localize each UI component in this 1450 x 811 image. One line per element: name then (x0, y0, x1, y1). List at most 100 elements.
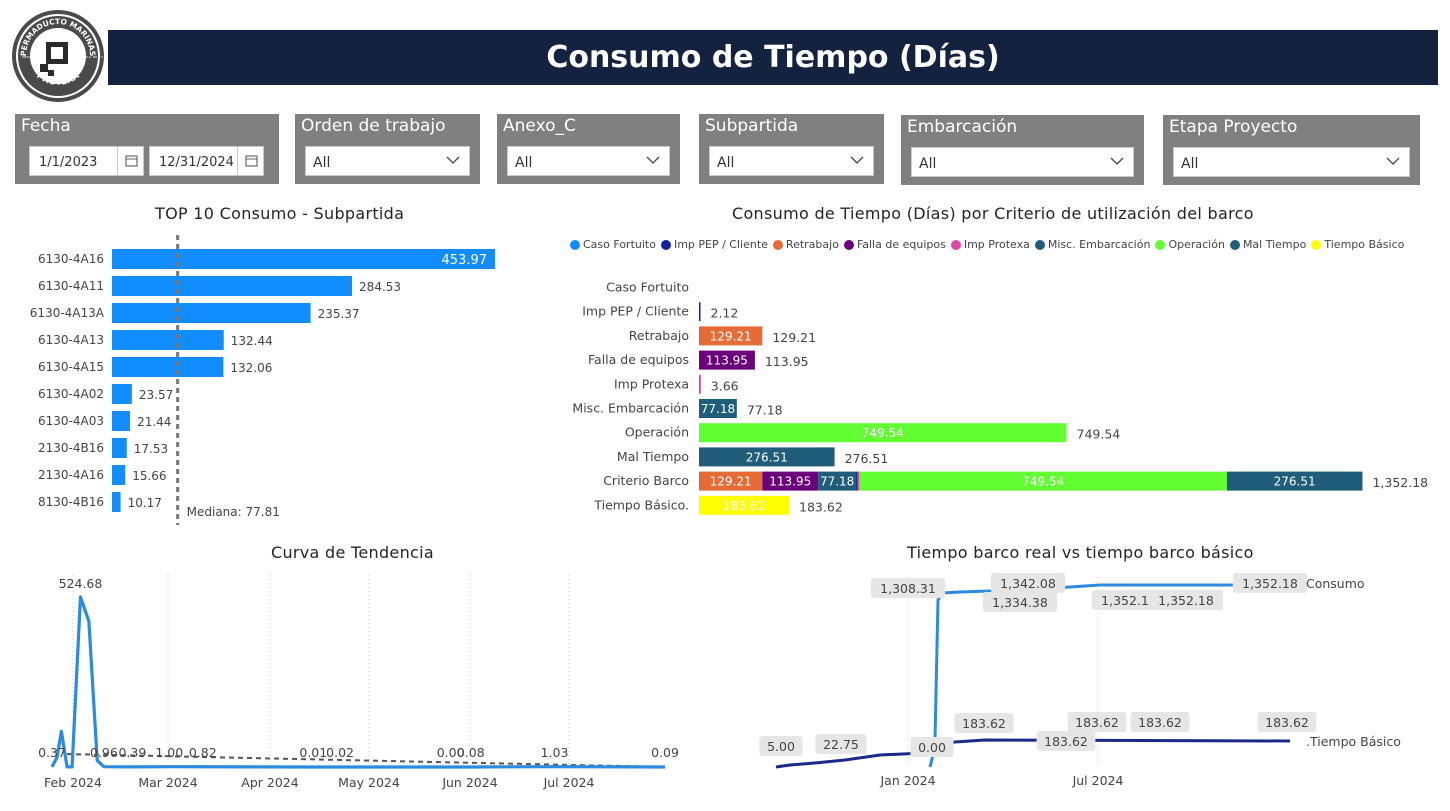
tendencia-x-tick: Feb 2024 (44, 775, 102, 790)
top10-bar (112, 411, 131, 431)
start-date-input[interactable]: 1/1/2023 (29, 146, 144, 176)
legend-label: Caso Fortuito (583, 238, 656, 251)
etapa-value: All (1181, 156, 1199, 172)
barco-data-label: 183.62 (1138, 715, 1182, 730)
barco-series-label-basico: .Tiempo Básico (1306, 734, 1401, 749)
criterio-total-label: 113.95 (765, 354, 809, 369)
barco-x-tick: Jul 2024 (1072, 773, 1124, 788)
tendencia-data-label: 0.09 (651, 745, 679, 760)
legend-item[interactable]: Misc. Embarcación (1034, 238, 1150, 251)
tendencia-data-label: 0.96 (90, 745, 118, 760)
criterio-total-label: 2.12 (711, 306, 739, 321)
tendencia-data-label: 0.02 (326, 745, 354, 760)
barco-data-label: 183.62 (1044, 734, 1088, 749)
criterio-category-label: Mal Tiempo (617, 449, 689, 464)
legend-item[interactable]: Tiempo Básico (1311, 238, 1404, 251)
slicer-fecha: Fecha 1/1/2023 12/31/2024 (15, 114, 279, 184)
tendencia-x-tick: May 2024 (338, 775, 400, 790)
tendencia-data-label: 0.01 (299, 745, 327, 760)
legend-dot-icon (1155, 239, 1166, 250)
criterio-bar-chart: Caso Fortuito Imp PEP / Cliente 2.12 Retrab… (572, 280, 1428, 515)
criterio-total-label: 129.21 (772, 330, 816, 345)
top10-bar (112, 357, 224, 377)
slicer-etapa-label: Etapa Proyecto (1169, 117, 1298, 137)
top10-bar-chart: 6130-4A16 453.97 6130-4A11 284.53 6130-4A13A… (30, 235, 495, 525)
logo-text-right: S.A. DE C.V. (86, 55, 104, 59)
barco-data-label: 183.62 (962, 716, 1006, 731)
top10-data-label: 17.53 (134, 442, 168, 456)
top10-bar (112, 276, 353, 296)
criterio-total-label: 749.54 (1077, 427, 1121, 442)
criterio-bar-segment (857, 471, 860, 491)
legend-item[interactable]: Imp PEP / Cliente (660, 238, 768, 251)
barco-data-label: 22.75 (823, 737, 859, 752)
legend-dot-icon (1034, 239, 1045, 250)
top10-data-label: 23.57 (139, 388, 173, 402)
orden-dropdown[interactable]: All (305, 146, 470, 176)
criterio-bar-segment (856, 471, 858, 491)
legend-item[interactable]: Operación (1155, 238, 1225, 251)
barco-data-label: 1,352.18 (1158, 593, 1214, 608)
top10-category-label: 6130-4A13 (38, 333, 104, 347)
legend-dot-icon (772, 239, 783, 250)
legend-label: Falla de equipos (856, 238, 946, 251)
top10-bar (112, 384, 132, 404)
barco-data-label: 1,342.08 (1000, 576, 1056, 591)
chevron-down-icon (850, 156, 864, 164)
criterio-segment-label: 113.95 (706, 354, 748, 368)
logo-text-left: MEXICO (22, 55, 35, 59)
legend-dot-icon (1229, 239, 1240, 250)
legend-item[interactable]: Falla de equipos (843, 238, 946, 251)
criterio-segment-label: 129.21 (710, 329, 752, 343)
legend-item[interactable]: Imp Protexa (950, 238, 1030, 251)
tendencia-x-tick: Apr 2024 (241, 775, 298, 790)
calendar-icon[interactable] (237, 147, 263, 175)
criterio-bar-segment (699, 374, 701, 394)
legend-label: Operación (1168, 238, 1225, 251)
anexo-value: All (515, 155, 533, 171)
top10-data-label: 453.97 (442, 253, 488, 268)
top10-data-label: 15.66 (132, 469, 166, 483)
legend-label: Retrabajo (785, 238, 839, 251)
embarcacion-dropdown[interactable]: All (911, 147, 1134, 177)
legend-label: Imp Protexa (963, 238, 1030, 251)
chevron-down-icon (646, 156, 660, 164)
top10-data-label: 235.37 (318, 307, 360, 321)
tendencia-x-tick: Mar 2024 (138, 775, 197, 790)
barco-data-label: 1,334.38 (992, 595, 1048, 610)
top10-bar (112, 249, 495, 269)
criterio-total-label: 1,352.18 (1372, 475, 1428, 490)
legend-item[interactable]: Caso Fortuito (570, 238, 656, 251)
page-title-text: Consumo de Tiempo (Días) (546, 40, 1000, 75)
legend-item[interactable]: Mal Tiempo (1229, 238, 1306, 251)
criterio-category-label: Criterio Barco (603, 473, 689, 488)
criterio-bar-segment (699, 302, 701, 322)
calendar-icon[interactable] (117, 147, 143, 175)
chevron-down-icon (1110, 157, 1124, 165)
tendencia-x-tick: Jul 2024 (543, 775, 595, 790)
tendencia-chart-title: Curva de Tendencia (271, 543, 434, 562)
end-date-input[interactable]: 12/31/2024 (149, 146, 264, 176)
top10-category-label: 6130-4A02 (38, 387, 104, 401)
etapa-dropdown[interactable]: All (1173, 147, 1410, 177)
tendencia-data-label: 1.00 (155, 745, 183, 760)
subpartida-dropdown[interactable]: All (709, 146, 874, 176)
legend-dot-icon (660, 239, 671, 250)
barco-data-label: 1,352.18 (1242, 576, 1298, 591)
top10-category-label: 6130-4A13A (30, 306, 105, 320)
top10-category-label: 6130-4A11 (38, 279, 104, 293)
legend-label: Imp PEP / Cliente (673, 238, 768, 251)
legend-item[interactable]: Retrabajo (772, 238, 839, 251)
criterio-segment-label: 183.62 (723, 499, 765, 513)
anexo-dropdown[interactable]: All (507, 146, 670, 176)
top10-category-label: 6130-4A15 (38, 360, 104, 374)
legend-dot-icon (1311, 239, 1322, 250)
legend-dot-icon (950, 239, 961, 250)
top10-category-label: 2130-4A16 (38, 468, 104, 482)
criterio-segment-label: 113.95 (769, 475, 811, 489)
top10-data-label: 284.53 (359, 280, 401, 294)
criterio-category-label: Falla de equipos (588, 352, 689, 367)
tendencia-x-tick: Jun 2024 (441, 775, 497, 790)
top10-category-label: 2130-4B16 (38, 441, 104, 455)
criterio-legend: Caso Fortuito Imp PEP / Cliente Retrabajo F… (570, 238, 1404, 251)
